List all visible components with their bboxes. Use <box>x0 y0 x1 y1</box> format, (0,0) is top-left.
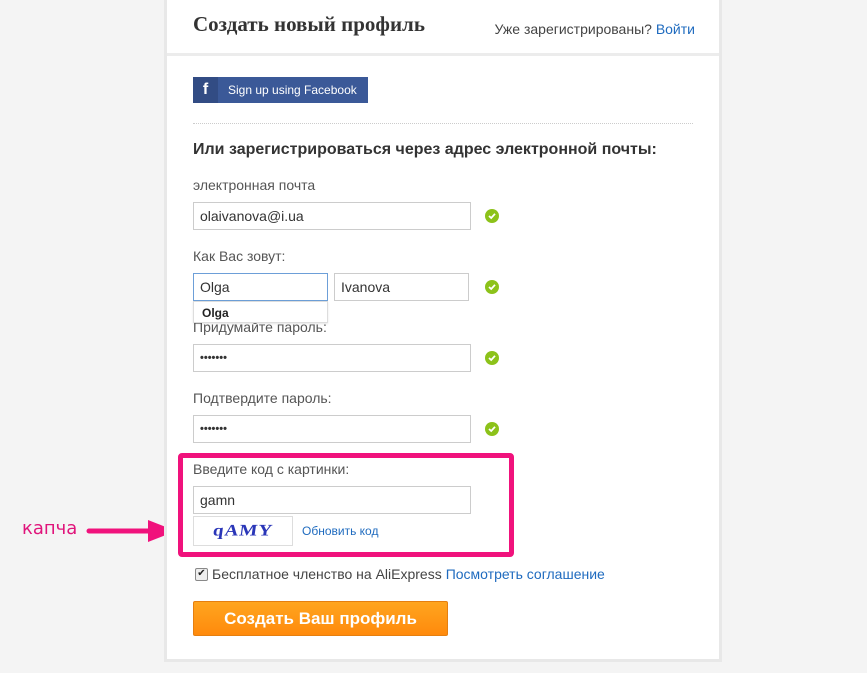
confirm-password-valid-check-icon <box>485 422 499 436</box>
name-valid-check-icon <box>485 280 499 294</box>
password-valid-check-icon <box>485 351 499 365</box>
first-name-input[interactable]: Olga <box>193 273 328 301</box>
view-agreement-link[interactable]: Посмотреть соглашение <box>446 566 605 582</box>
divider <box>193 123 693 124</box>
login-link[interactable]: Войти <box>656 21 695 37</box>
email-signup-heading: Или зарегистрироваться через адрес элект… <box>193 141 657 158</box>
facebook-signup-label: Sign up using Facebook <box>228 83 357 97</box>
facebook-signup-button[interactable]: f Sign up using Facebook <box>193 77 368 103</box>
annotation-label: капча <box>22 518 78 539</box>
last-name-input[interactable]: Ivanova <box>334 273 469 301</box>
autocomplete-suggestion[interactable]: Olga <box>193 301 328 323</box>
signup-panel: Создать новый профиль Уже зарегистрирова… <box>164 0 722 662</box>
name-label: Как Вас зовут: <box>193 248 286 264</box>
confirm-password-label: Подтвердите пароль: <box>193 390 332 406</box>
password-input[interactable]: ••••••• <box>193 344 471 372</box>
terms-checkbox[interactable]: ✔ <box>195 567 208 581</box>
email-label: электронная почта <box>193 177 316 193</box>
already-registered-text: Уже зарегистрированы? <box>494 21 652 37</box>
terms-row: ✔ Бесплатное членство на AliExpress Посм… <box>195 566 605 582</box>
login-prompt: Уже зарегистрированы? Войти <box>495 21 696 37</box>
terms-text: Бесплатное членство на AliExpress <box>212 566 442 582</box>
facebook-f-icon: f <box>193 77 218 103</box>
captcha-highlight-box <box>178 453 514 557</box>
email-valid-check-icon <box>485 209 499 223</box>
create-profile-button[interactable]: Создать Ваш профиль <box>193 601 448 636</box>
page-title: Создать новый профиль <box>193 12 425 36</box>
confirm-password-input[interactable]: ••••••• <box>193 415 471 443</box>
email-input[interactable]: olaivanova@i.ua <box>193 202 471 230</box>
panel-header: Создать новый профиль Уже зарегистрирова… <box>167 0 719 56</box>
